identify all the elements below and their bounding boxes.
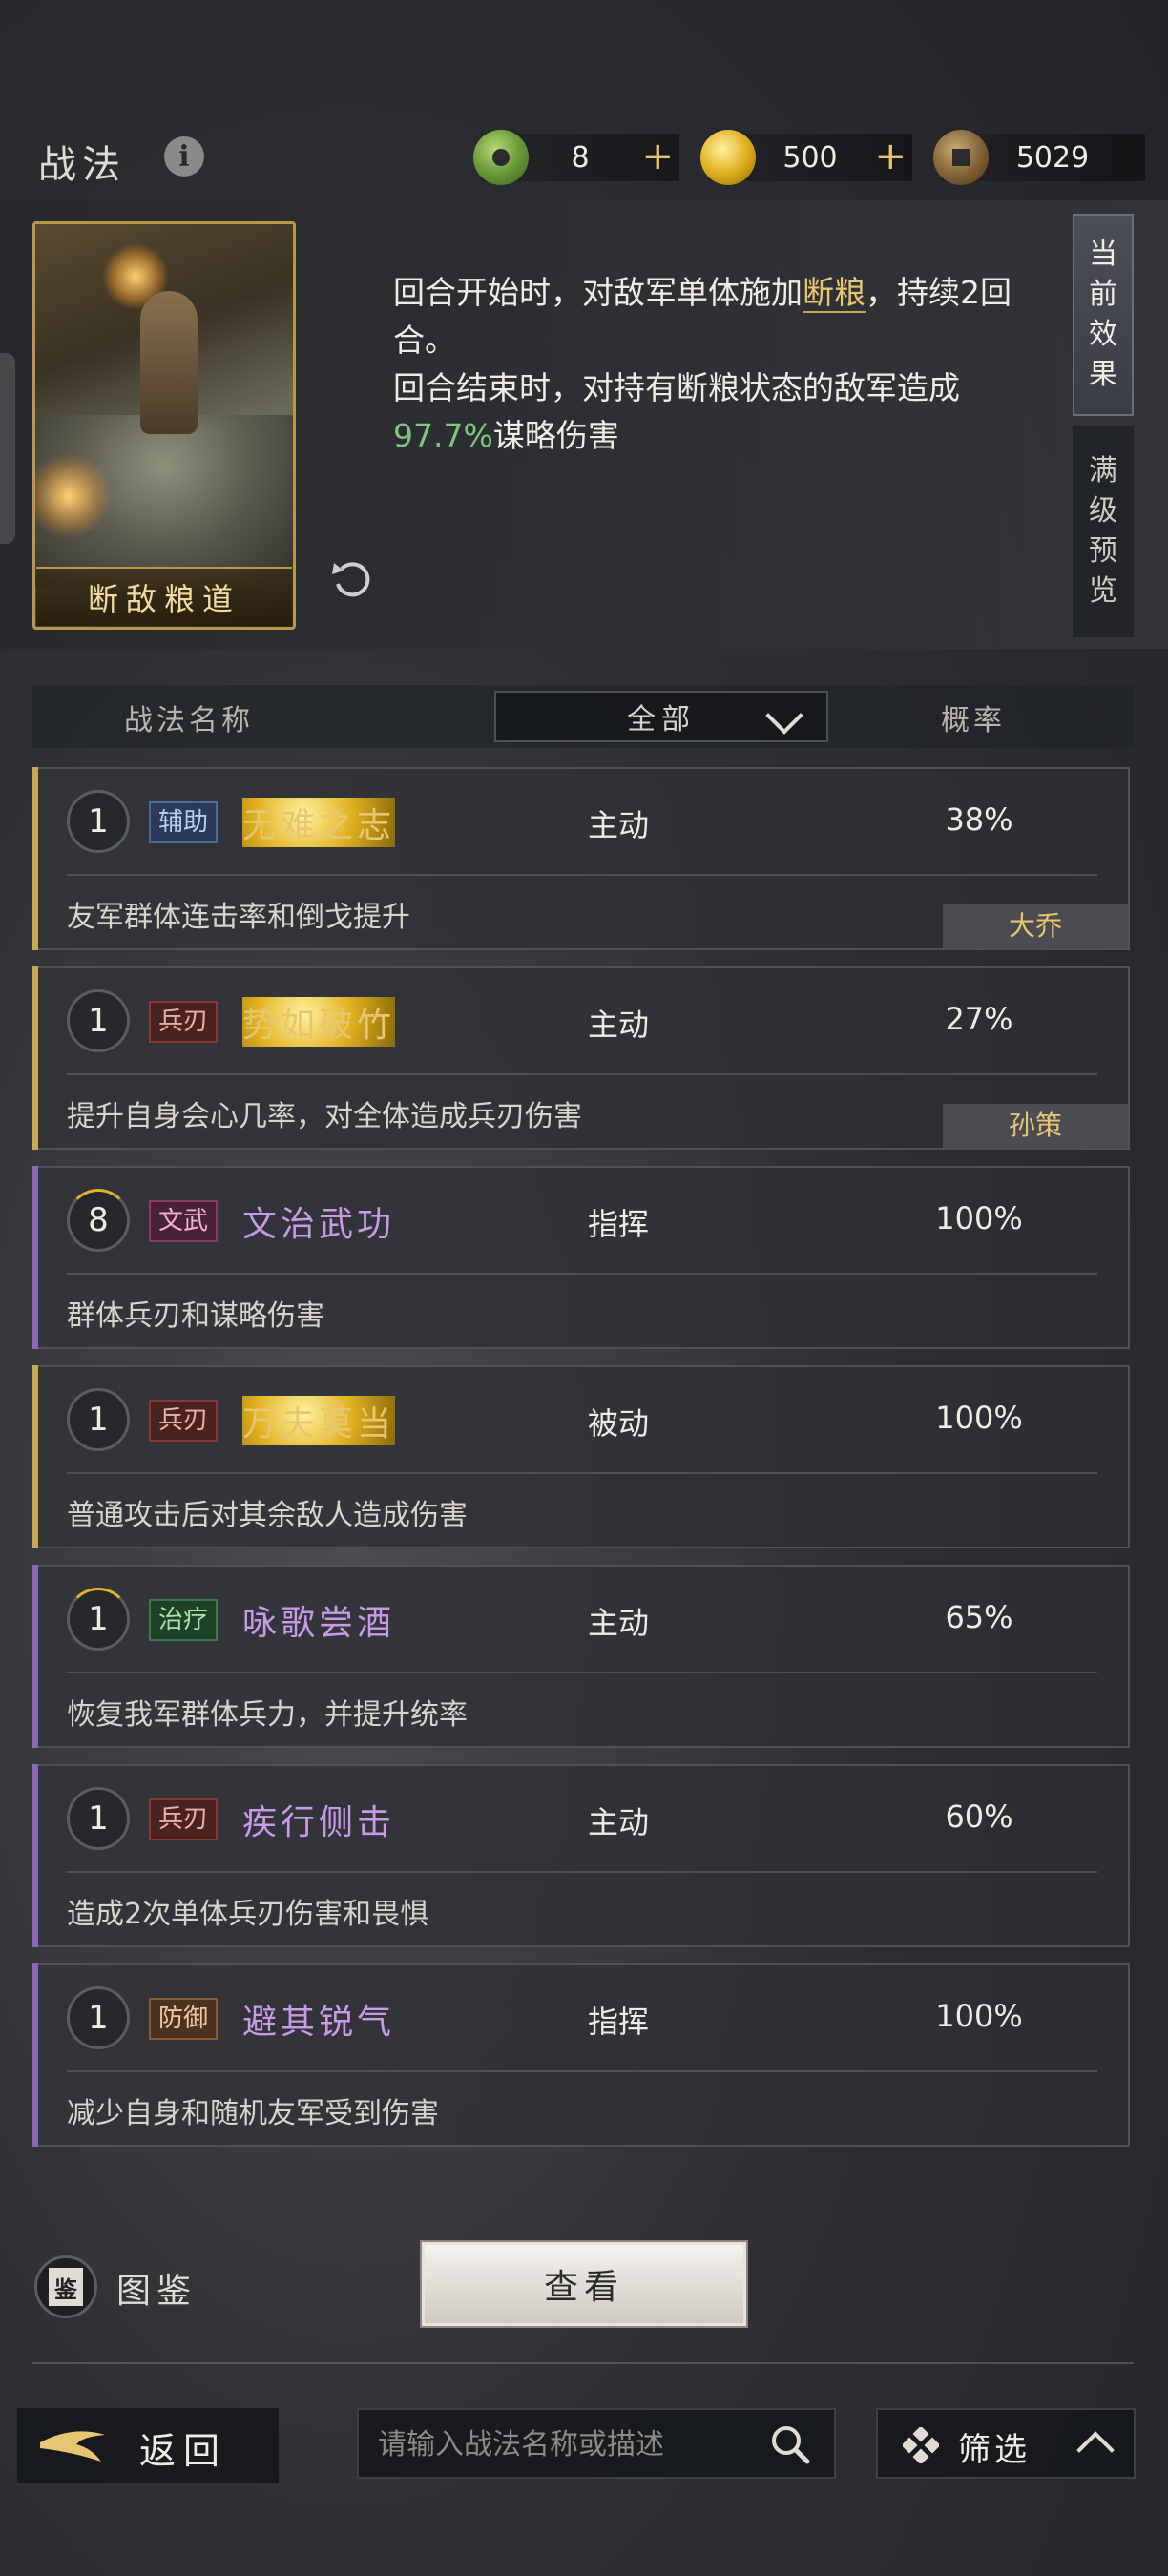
- skill-level-badge: 8: [67, 1189, 130, 1252]
- skill-level-badge: 1: [67, 1986, 130, 2049]
- skill-type: 主动: [588, 1605, 650, 1641]
- column-rate: 概率: [941, 704, 1006, 737]
- skill-name: 万夫莫当: [242, 1396, 396, 1445]
- skill-type: 主动: [588, 1804, 650, 1840]
- codex-icon[interactable]: 鉴: [34, 2255, 97, 2318]
- skill-description: 群体兵刃和谋略伤害: [67, 1299, 324, 1333]
- row-divider: [67, 1871, 1097, 1873]
- chevron-up-icon: [1076, 2431, 1115, 2469]
- back-button[interactable]: 返回: [17, 2408, 279, 2483]
- skill-description: 普通攻击后对其余敌人造成伤害: [67, 1499, 468, 1532]
- page-title: 战法: [38, 143, 126, 187]
- row-divider: [67, 1073, 1097, 1075]
- skill-description: 友军群体连击率和倒戈提升: [67, 901, 410, 934]
- skill-description: 减少自身和随机友军受到伤害: [67, 2097, 439, 2130]
- skill-type: 被动: [588, 1405, 650, 1442]
- damage-percent: 97.7%: [393, 417, 493, 454]
- skill-rate: 60%: [945, 1798, 1013, 1835]
- skill-name: 无难之志: [242, 798, 396, 847]
- tab-max-level-preview[interactable]: 满级预览: [1073, 426, 1134, 637]
- info-icon[interactable]: i: [164, 136, 204, 177]
- row-divider: [67, 1472, 1097, 1474]
- skill-owner-badge: 大乔: [943, 904, 1128, 948]
- chevron-down-icon: [765, 696, 803, 735]
- skill-name: 疾行侧击: [242, 1803, 396, 1842]
- skill-level-badge: 1: [67, 989, 130, 1052]
- refresh-icon[interactable]: [328, 555, 376, 603]
- skill-rate: 100%: [935, 1200, 1023, 1236]
- dropdown-value: 全部: [627, 703, 696, 737]
- skill-category-tag: 兵刃: [149, 1798, 219, 1840]
- skill-level-badge: 1: [67, 790, 130, 853]
- skill-type: 指挥: [588, 2004, 650, 2040]
- effect-description: 回合开始时，对敌军单体施加断粮，持续2回合。 回合结束时，对持有断粮状态的敌军造…: [393, 274, 1012, 454]
- currency-copper: 5029: [933, 130, 1145, 185]
- skill-category-tag: 防御: [149, 1998, 219, 2040]
- skill-row[interactable]: 1 兵刃 疾行侧击 主动 60% 造成2次单体兵刃伤害和畏惧: [32, 1764, 1130, 1947]
- skill-name: 文治武功: [242, 1205, 396, 1244]
- skill-row[interactable]: 8 文武 文治武功 指挥 100% 群体兵刃和谋略伤害: [32, 1166, 1130, 1349]
- currency-gold: 500 +: [700, 130, 912, 185]
- skill-type: 指挥: [588, 1206, 650, 1242]
- copper-coin-icon: [933, 130, 989, 185]
- skill-rate: 38%: [945, 801, 1013, 838]
- status-link-duanliang[interactable]: 断粮: [803, 274, 866, 313]
- codex-label[interactable]: 图鉴: [116, 2263, 197, 2313]
- skill-owner-badge: 孙策: [943, 1104, 1128, 1148]
- skill-type: 主动: [588, 807, 650, 843]
- search-icon[interactable]: [769, 2423, 811, 2465]
- skill-rate: 100%: [935, 1400, 1023, 1436]
- view-button[interactable]: 查看: [422, 2242, 746, 2326]
- filter-icon: [903, 2427, 939, 2463]
- skill-category-tag: 兵刃: [149, 1001, 219, 1043]
- filter-label: 筛选: [958, 2431, 1031, 2469]
- skill-description: 提升自身会心几率，对全体造成兵刃伤害: [67, 1100, 582, 1133]
- jade-coin-icon: [473, 130, 529, 185]
- skill-card-name: 断敌粮道: [36, 567, 292, 626]
- row-divider: [67, 874, 1097, 876]
- skill-rate: 100%: [935, 1998, 1023, 2034]
- back-arrow-icon: [40, 2431, 105, 2462]
- currency-jade: 8 +: [473, 130, 679, 185]
- skill-row[interactable]: 1 兵刃 万夫莫当 被动 100% 普通攻击后对其余敌人造成伤害: [32, 1365, 1130, 1548]
- skill-name: 咏歌尝酒: [242, 1604, 396, 1643]
- skill-row[interactable]: 1 治疗 咏歌尝酒 主动 65% 恢复我军群体兵力，并提升统率: [32, 1565, 1130, 1748]
- gold-coin-icon: [700, 130, 756, 185]
- skill-level-badge: 1: [67, 1787, 130, 1850]
- side-pull-handle[interactable]: [0, 353, 15, 544]
- skill-row[interactable]: 1 兵刃 势如破竹 主动 27% 提升自身会心几率，对全体造成兵刃伤害 孙策: [32, 966, 1130, 1150]
- tab-current-effect[interactable]: 当前效果: [1073, 214, 1134, 416]
- skill-level-badge: 1: [67, 1588, 130, 1651]
- divider: [32, 2362, 1134, 2364]
- skill-description: 恢复我军群体兵力，并提升统率: [67, 1698, 468, 1732]
- filter-button[interactable]: 筛选: [876, 2408, 1136, 2479]
- row-divider: [67, 1672, 1097, 1673]
- skill-rate: 27%: [945, 1001, 1013, 1037]
- skill-type: 主动: [588, 1007, 650, 1043]
- skill-category-tag: 兵刃: [149, 1400, 219, 1442]
- search-input[interactable]: [378, 2421, 760, 2467]
- skill-description: 造成2次单体兵刃伤害和畏惧: [67, 1898, 429, 1931]
- skill-row[interactable]: 1 辅助 无难之志 主动 38% 友军群体连击率和倒戈提升 大乔: [32, 767, 1130, 950]
- skill-category-tag: 文武: [149, 1200, 219, 1242]
- search-box: [357, 2408, 836, 2479]
- skill-name: 势如破竹: [242, 997, 396, 1047]
- skill-category-tag: 辅助: [149, 801, 219, 843]
- add-jade-button[interactable]: +: [641, 137, 674, 176]
- row-divider: [67, 2070, 1097, 2072]
- skill-category-tag: 治疗: [149, 1599, 219, 1641]
- skill-level-badge: 1: [67, 1388, 130, 1451]
- column-skill-name: 战法名称: [124, 704, 254, 737]
- back-label: 返回: [139, 2430, 228, 2472]
- category-dropdown[interactable]: 全部: [494, 691, 828, 742]
- skill-row[interactable]: 1 防御 避其锐气 指挥 100% 减少自身和随机友军受到伤害: [32, 1963, 1130, 2147]
- skill-name: 避其锐气: [242, 2003, 396, 2042]
- row-divider: [67, 1273, 1097, 1275]
- skill-rate: 65%: [945, 1599, 1013, 1635]
- add-gold-button[interactable]: +: [874, 137, 907, 176]
